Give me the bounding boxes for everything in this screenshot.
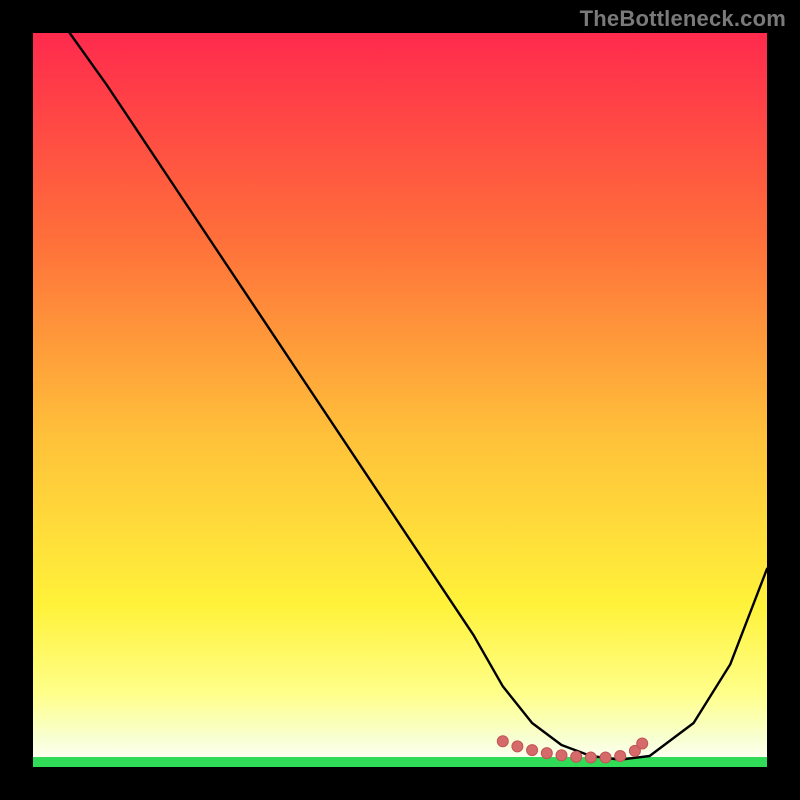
watermark-text: TheBottleneck.com <box>580 6 786 32</box>
optimal-marker <box>512 741 523 752</box>
optimal-marker <box>600 752 611 763</box>
gradient-background <box>33 33 767 767</box>
optimal-marker <box>527 745 538 756</box>
optimal-marker <box>497 736 508 747</box>
optimal-marker <box>556 750 567 761</box>
bottleneck-chart <box>0 0 800 800</box>
optimal-marker <box>541 748 552 759</box>
optimal-marker <box>585 752 596 763</box>
plot-area <box>33 33 767 767</box>
optimal-marker <box>637 738 648 749</box>
green-baseline <box>33 757 767 767</box>
optimal-marker <box>571 751 582 762</box>
optimal-marker <box>615 751 626 762</box>
chart-frame: TheBottleneck.com <box>0 0 800 800</box>
